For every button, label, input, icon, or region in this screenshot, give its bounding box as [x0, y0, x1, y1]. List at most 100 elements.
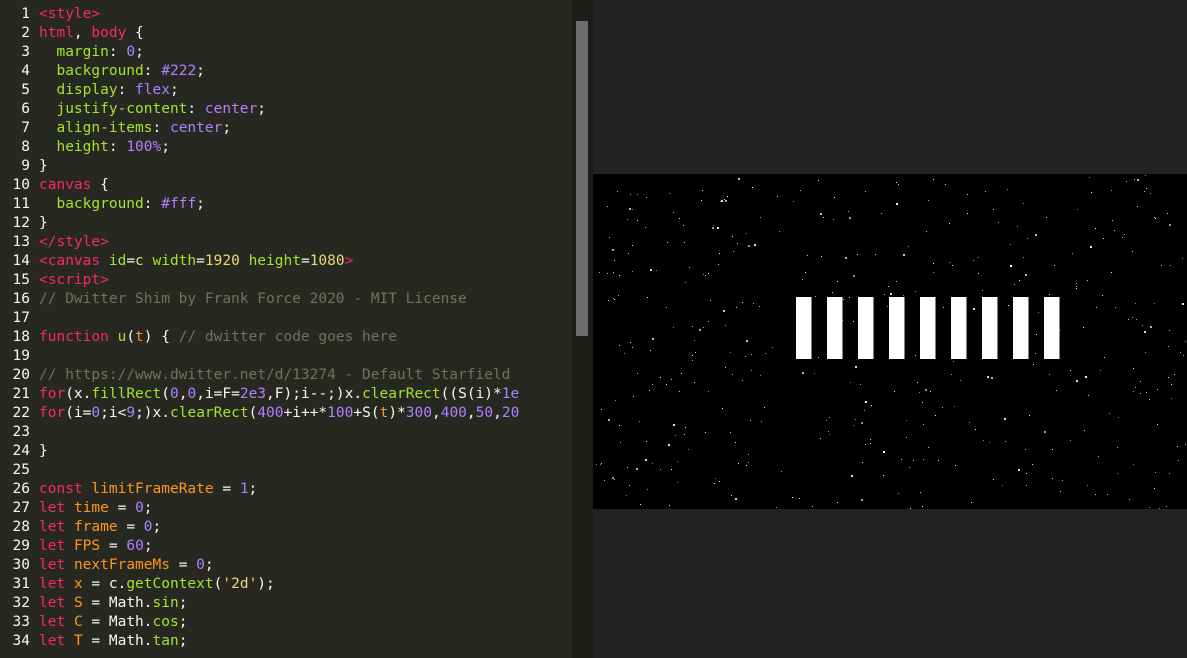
star	[1029, 415, 1030, 416]
code-token: = Math.	[82, 614, 153, 630]
code-line[interactable]: 31 let x = c.getContext('2d');	[0, 575, 572, 594]
star	[815, 296, 816, 297]
star	[742, 380, 743, 381]
star	[1010, 265, 1012, 267]
star	[637, 194, 638, 195]
line-number: 22	[12, 405, 30, 421]
code-line[interactable]: 23	[0, 423, 572, 442]
code-line[interactable]: 11 background: #fff;	[0, 195, 572, 214]
star	[1182, 303, 1184, 305]
star	[761, 421, 762, 422]
star	[1107, 494, 1108, 495]
star	[1077, 209, 1078, 210]
star	[1076, 288, 1077, 289]
star	[818, 180, 819, 181]
code-line[interactable]: 30 let nextFrameMs = 0;	[0, 556, 572, 575]
code-editor[interactable]: 1 <style> 2 html, body {3 margin: 0; 4 backg…	[0, 0, 572, 658]
code-line[interactable]: 20 // https://www.dwitter.net/d/13274 - D…	[0, 366, 572, 385]
white-bar	[1013, 297, 1029, 359]
line-number: 32	[12, 595, 30, 611]
star	[1056, 390, 1057, 391]
star	[701, 200, 702, 201]
line-number: 1	[21, 6, 30, 22]
code-token: ;	[169, 82, 179, 98]
star	[703, 327, 704, 328]
star	[862, 462, 863, 463]
code-line[interactable]: 3 margin: 0;	[0, 43, 572, 62]
code-line[interactable]: 15 <script>	[0, 271, 572, 290]
star	[1149, 399, 1150, 400]
code-line[interactable]: 19	[0, 347, 572, 366]
code-line[interactable]: 1 <style>	[0, 5, 572, 24]
code-line[interactable]: 22 for(i=0;i<9;)x.clearRect(400+i++*100+S…	[0, 404, 572, 423]
code-line[interactable]: 6 justify-content: center;	[0, 100, 572, 119]
code-line[interactable]: 9}	[0, 157, 572, 176]
star	[1171, 384, 1172, 385]
code-line[interactable]: 10 canvas {	[0, 176, 572, 195]
code-token: ) {	[143, 329, 179, 345]
code-line[interactable]: 25	[0, 461, 572, 480]
code-line[interactable]: 34 let T = Math.tan;	[0, 632, 572, 651]
code-token: // https://www.dwitter.net/d/13274 - Def…	[39, 367, 511, 383]
line-number: 19	[12, 348, 30, 364]
code-line[interactable]: 2 html, body {	[0, 24, 572, 43]
star	[675, 435, 676, 436]
star	[671, 469, 672, 470]
code-line[interactable]: 21 for(x.fillRect(0,0,i=F=2e3,F);i--;)x.c…	[0, 385, 572, 404]
code-line[interactable]: 5 display: flex;	[0, 81, 572, 100]
code-line[interactable]: 33 let C = Math.cos;	[0, 613, 572, 632]
star	[745, 356, 746, 357]
editor-scrollbar-thumb[interactable]	[576, 21, 588, 336]
star	[1155, 472, 1156, 473]
star	[1171, 398, 1172, 399]
code-line[interactable]: 14 <canvas id=c width=1920 height=1080>	[0, 252, 572, 271]
star	[656, 270, 657, 271]
star	[1017, 226, 1018, 227]
star	[1004, 418, 1006, 420]
line-number: 4	[21, 63, 30, 79]
star	[1126, 181, 1127, 182]
star	[792, 497, 793, 498]
code-line[interactable]: 27 let time = 0;	[0, 499, 572, 518]
code-line[interactable]: 28 let frame = 0;	[0, 518, 572, 537]
code-line[interactable]: 29 let FPS = 60;	[0, 537, 572, 556]
star	[1144, 331, 1146, 333]
star	[855, 366, 857, 368]
star	[614, 479, 615, 480]
star	[1007, 189, 1008, 190]
star	[942, 407, 943, 408]
code-line[interactable]: 12}	[0, 214, 572, 233]
editor-scrollbar[interactable]	[572, 0, 593, 658]
code-line[interactable]: 7 align-items: center;	[0, 119, 572, 138]
code-line[interactable]: 16 // Dwitter Shim by Frank Force 2020 - …	[0, 290, 572, 309]
star	[615, 400, 616, 401]
code-line[interactable]: 18 function u(t) { // dwitter code goes h…	[0, 328, 572, 347]
code-token: html	[39, 25, 74, 41]
star	[636, 468, 638, 470]
code-line[interactable]: 17	[0, 309, 572, 328]
code-line[interactable]: 24}	[0, 442, 572, 461]
star	[735, 498, 737, 500]
code-line[interactable]: 26 const limitFrameRate = 1;	[0, 480, 572, 499]
star	[1132, 251, 1133, 252]
star	[837, 502, 838, 503]
code-token: ;	[196, 196, 205, 212]
star	[601, 463, 602, 464]
code-token: <canvas	[39, 253, 109, 269]
code-line[interactable]: 4 background: #222;	[0, 62, 572, 81]
code-line[interactable]: 8 height: 100%;	[0, 138, 572, 157]
code-line[interactable]: 13 </style>	[0, 233, 572, 252]
star	[1060, 491, 1061, 492]
code-token: ,	[466, 405, 476, 421]
star	[738, 463, 739, 464]
code-token: 1920	[204, 253, 240, 269]
code-token: clearRect	[362, 386, 441, 402]
star	[617, 191, 618, 192]
code-token: ;	[152, 519, 162, 535]
star	[1154, 303, 1155, 304]
code-line[interactable]: 32 let S = Math.sin;	[0, 594, 572, 613]
star	[1033, 364, 1034, 365]
star	[764, 407, 765, 408]
